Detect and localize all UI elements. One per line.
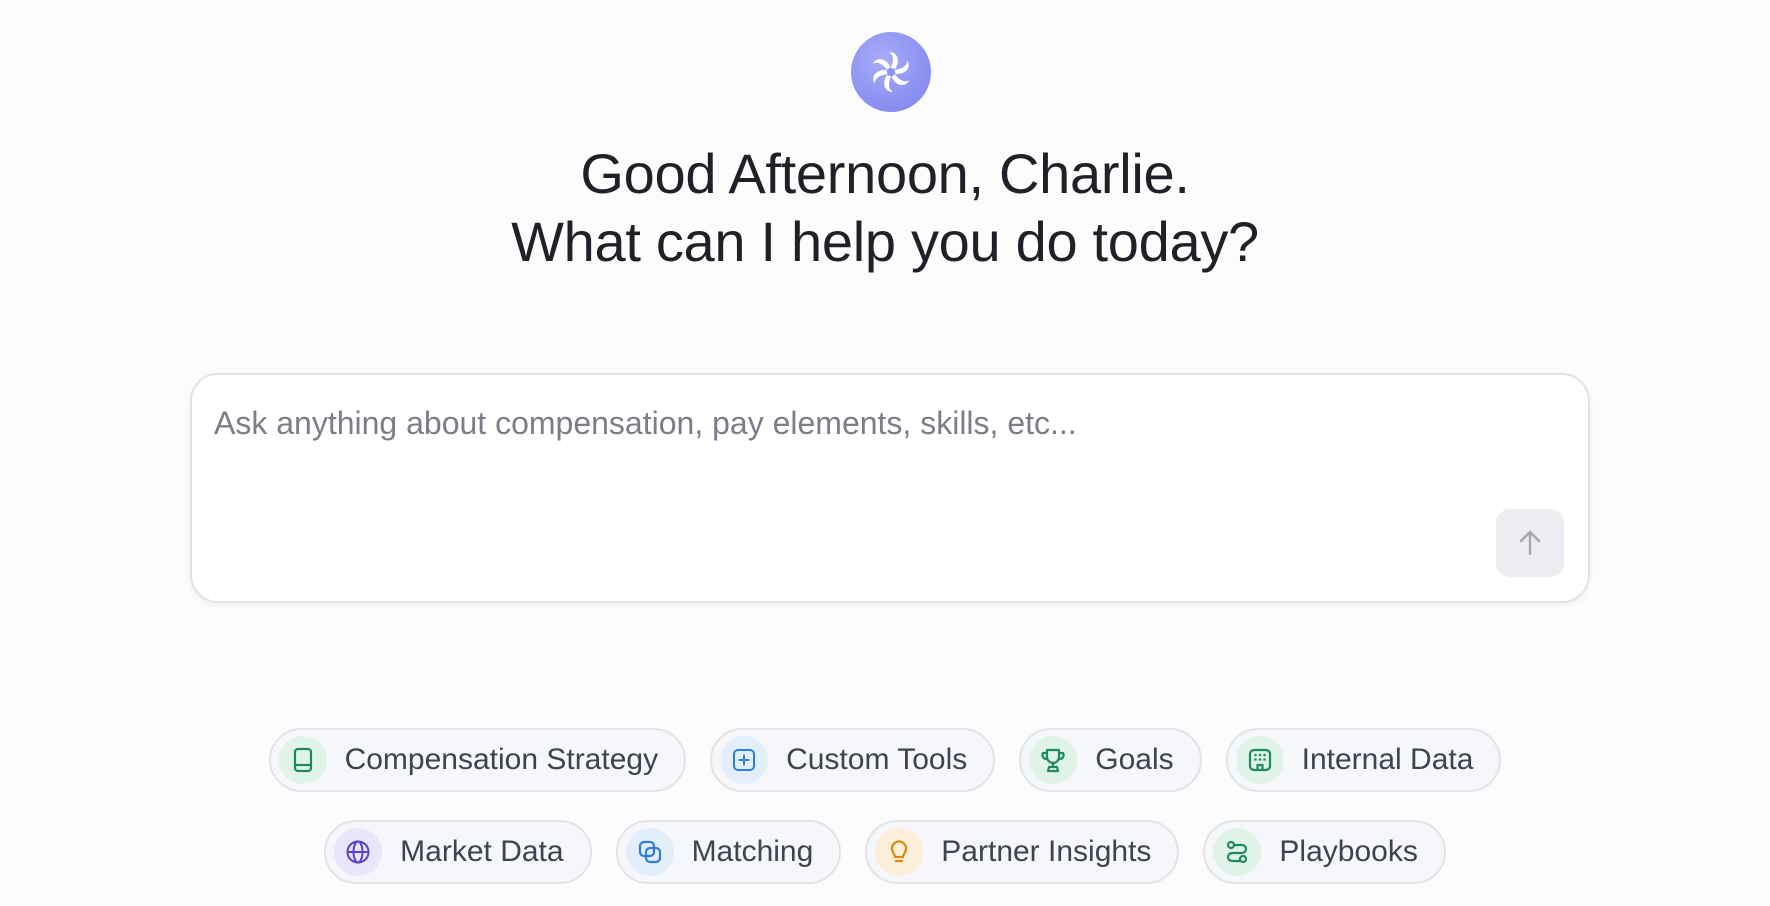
suggestion-goals[interactable]: Goals xyxy=(1019,728,1202,792)
lightbulb-icon xyxy=(875,828,924,876)
assistant-logo xyxy=(851,32,931,112)
suggestion-label: Compensation Strategy xyxy=(344,743,659,776)
suggestion-label: Playbooks xyxy=(1279,835,1418,868)
book-icon xyxy=(278,736,327,784)
prompt-input[interactable] xyxy=(214,405,1544,505)
suggestion-label: Goals xyxy=(1095,743,1174,776)
greeting-line-2: What can I help you do today? xyxy=(511,210,1259,273)
send-button[interactable] xyxy=(1496,509,1564,577)
suggestion-custom-tools[interactable]: Custom Tools xyxy=(710,728,996,792)
suggestion-matching[interactable]: Matching xyxy=(615,820,842,884)
suggestion-compensation-strategy[interactable]: Compensation Strategy xyxy=(268,728,687,792)
trophy-icon xyxy=(1029,736,1078,784)
suggestion-label: Market Data xyxy=(400,835,564,868)
suggestion-label: Custom Tools xyxy=(786,743,968,776)
suggestion-market-data[interactable]: Market Data xyxy=(324,820,592,884)
suggestion-row-2: Market Data Matching Partner Insights Pl… xyxy=(0,820,1770,884)
suggestion-label: Matching xyxy=(691,835,814,868)
suggestion-row-1: Compensation Strategy Custom Tools Goals… xyxy=(0,728,1770,792)
suggestion-partner-insights[interactable]: Partner Insights xyxy=(865,820,1180,884)
suggestion-label: Partner Insights xyxy=(941,835,1152,868)
pinwheel-icon xyxy=(872,52,910,92)
prompt-composer xyxy=(190,373,1590,603)
suggestion-playbooks[interactable]: Playbooks xyxy=(1203,820,1446,884)
suggestion-internal-data[interactable]: Internal Data xyxy=(1225,728,1502,792)
globe-icon xyxy=(334,828,383,876)
overlap-squares-icon xyxy=(625,828,674,876)
route-icon xyxy=(1213,828,1262,876)
greeting-heading: Good Afternoon, Charlie. What can I help… xyxy=(0,140,1770,276)
building-grid-icon xyxy=(1235,736,1284,784)
arrow-up-icon xyxy=(1519,530,1541,556)
greeting-line-1: Good Afternoon, Charlie. xyxy=(580,142,1190,205)
plus-square-icon xyxy=(720,736,769,784)
suggestion-label: Internal Data xyxy=(1301,743,1474,776)
page: Good Afternoon, Charlie. What can I help… xyxy=(0,0,1770,906)
